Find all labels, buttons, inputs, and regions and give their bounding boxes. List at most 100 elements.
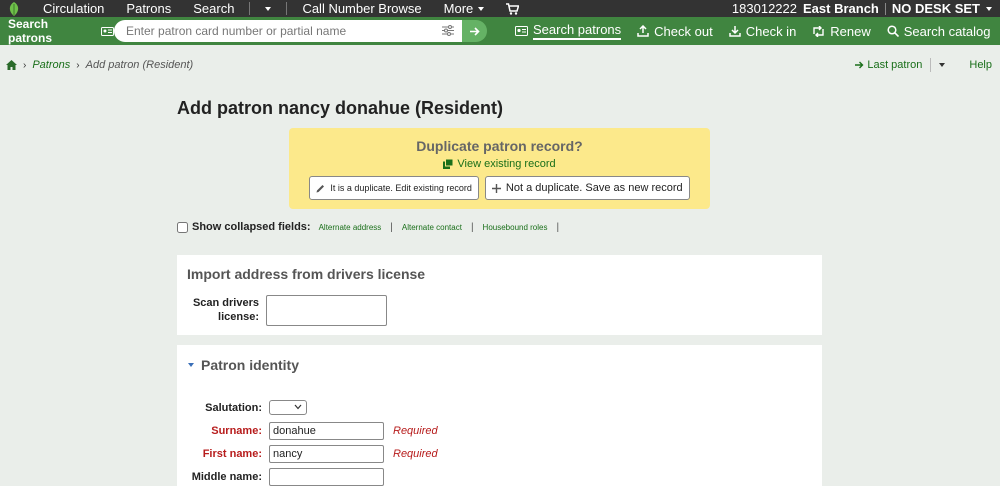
alternate-address-link[interactable]: Alternate address bbox=[319, 223, 382, 232]
breadcrumb-separator-icon: › bbox=[23, 59, 27, 71]
surname-label: Surname: bbox=[211, 425, 262, 437]
nav-more-label: More bbox=[443, 1, 474, 16]
retweet-icon bbox=[813, 25, 824, 37]
breadcrumb-separator-icon: › bbox=[76, 59, 80, 71]
nav-call-number-browse-label: Call Number Browse bbox=[302, 1, 422, 16]
view-existing-record-link[interactable]: View existing record bbox=[457, 158, 555, 170]
nav-divider bbox=[884, 2, 886, 15]
header-actions: Last patron Help bbox=[855, 58, 992, 72]
search-type-selector[interactable]: Search patrons bbox=[0, 17, 114, 45]
firstname-input[interactable] bbox=[269, 445, 384, 463]
top-nav: Circulation Patrons Search Call Number B… bbox=[0, 0, 1000, 17]
link-separator: | bbox=[390, 221, 393, 233]
salutation-select[interactable] bbox=[269, 400, 307, 415]
tool-search-patrons-label: Search patrons bbox=[533, 22, 622, 40]
tool-check-out[interactable]: Check out bbox=[629, 20, 721, 42]
duplicate-warning: Duplicate patron record? View existing r… bbox=[289, 128, 710, 209]
firstname-label: First name: bbox=[202, 448, 262, 460]
branch-code: 183012222 bbox=[731, 1, 797, 16]
last-patron-dropdown-icon[interactable] bbox=[939, 63, 946, 67]
show-collapsed-fields-checkbox[interactable] bbox=[177, 221, 188, 233]
last-patron-link[interactable]: Last patron bbox=[867, 59, 922, 71]
edit-existing-record-button[interactable]: It is a duplicate. Edit existing record bbox=[309, 176, 479, 200]
sliders-icon[interactable] bbox=[442, 25, 454, 36]
tool-check-in[interactable]: Check in bbox=[721, 20, 805, 42]
page-title: Add patron nancy donahue (Resident) bbox=[177, 98, 504, 118]
nav-divider bbox=[249, 2, 251, 15]
nav-divider bbox=[286, 2, 288, 15]
cart-icon bbox=[506, 2, 520, 15]
surname-input[interactable] bbox=[269, 422, 384, 440]
view-existing-record[interactable]: View existing record bbox=[289, 158, 710, 170]
scan-drivers-license-label: Scan drivers license: bbox=[192, 297, 259, 323]
koha-logo-icon[interactable] bbox=[4, 0, 24, 17]
copy-icon bbox=[443, 159, 454, 169]
caret-down-icon bbox=[188, 363, 194, 367]
salutation-row: Salutation: bbox=[177, 400, 307, 415]
patron-search-input[interactable] bbox=[114, 20, 462, 42]
search-icon bbox=[887, 25, 899, 37]
breadcrumb: › Patrons › Add patron (Resident) bbox=[6, 59, 193, 71]
import-address-panel: Import address from drivers license Scan… bbox=[177, 255, 822, 335]
breadcrumb-current: Add patron (Resident) bbox=[85, 59, 194, 71]
save-as-new-record-label: Not a duplicate. Save as new record bbox=[505, 182, 683, 194]
alternate-contact-link[interactable]: Alternate contact bbox=[402, 223, 462, 232]
duplicate-title: Duplicate patron record? bbox=[416, 138, 583, 154]
circulation-tools: Search patrons Check out Check in Renew … bbox=[507, 20, 999, 42]
arrow-right-icon bbox=[469, 26, 480, 36]
firstname-required-hint: Required bbox=[393, 448, 438, 460]
chevron-down-icon bbox=[478, 6, 485, 11]
branch-name: East Branch bbox=[803, 1, 879, 16]
housebound-roles-link[interactable]: Housebound roles bbox=[483, 223, 548, 232]
middlename-input[interactable] bbox=[269, 468, 384, 486]
tool-search-catalog[interactable]: Search catalog bbox=[879, 20, 999, 42]
link-separator: | bbox=[556, 221, 560, 233]
chevron-down-icon bbox=[265, 6, 272, 11]
user-branch-info[interactable]: 183012222 East Branch NO DESK SET bbox=[732, 0, 992, 17]
search-submit-button[interactable] bbox=[462, 20, 487, 42]
patron-search-input-wrap bbox=[114, 20, 462, 42]
nav-search[interactable]: Search bbox=[182, 0, 245, 17]
chevron-down-icon bbox=[294, 404, 302, 410]
edit-existing-record-label: It is a duplicate. Edit existing record bbox=[330, 183, 472, 193]
import-address-title: Import address from drivers license bbox=[187, 266, 426, 282]
id-card-icon bbox=[515, 26, 528, 36]
nav-more[interactable]: More bbox=[433, 0, 496, 17]
show-collapsed-fields-label: Show collapsed fields: bbox=[192, 221, 311, 233]
scan-drivers-license-textarea[interactable] bbox=[266, 295, 387, 326]
tool-search-catalog-label: Search catalog bbox=[903, 23, 991, 39]
save-as-new-record-button[interactable]: Not a duplicate. Save as new record bbox=[484, 176, 690, 200]
tool-search-patrons[interactable]: Search patrons bbox=[507, 20, 629, 42]
link-separator: | bbox=[470, 221, 474, 233]
nav-patrons-label: Patrons bbox=[126, 1, 172, 16]
tool-renew[interactable]: Renew bbox=[804, 20, 878, 42]
nav-call-number-browse[interactable]: Call Number Browse bbox=[291, 0, 432, 17]
breadcrumb-patrons-link[interactable]: Patrons bbox=[32, 59, 70, 71]
chevron-down-icon bbox=[986, 6, 992, 11]
nav-circulation-label: Circulation bbox=[43, 1, 105, 16]
divider bbox=[953, 58, 961, 72]
cart-button[interactable] bbox=[495, 0, 530, 17]
download-icon bbox=[728, 26, 741, 37]
nav-patrons[interactable]: Patrons bbox=[115, 0, 182, 17]
plus-icon bbox=[491, 183, 501, 193]
tool-renew-label: Renew bbox=[830, 23, 871, 39]
search-type-label: Search patrons bbox=[8, 17, 53, 45]
patron-identity-panel: Patron identity Salutation: Surname: Req… bbox=[177, 345, 822, 486]
pencil-icon bbox=[316, 184, 325, 192]
middlename-label: Middle name: bbox=[191, 471, 262, 483]
middlename-row: Middle name: bbox=[177, 468, 384, 486]
nav-circulation[interactable]: Circulation bbox=[32, 0, 115, 17]
divider bbox=[930, 58, 932, 72]
surname-row: Surname: Required bbox=[177, 422, 438, 440]
search-dropdown-toggle[interactable] bbox=[254, 0, 282, 17]
tool-check-out-label: Check out bbox=[654, 23, 713, 39]
salutation-label: Salutation: bbox=[205, 401, 262, 414]
tool-check-in-label: Check in bbox=[745, 23, 797, 39]
help-link[interactable]: Help bbox=[969, 59, 992, 71]
arrow-right-icon bbox=[855, 61, 864, 69]
patron-identity-toggle[interactable]: Patron identity bbox=[188, 357, 299, 373]
nav-search-label: Search bbox=[193, 1, 235, 16]
home-icon[interactable] bbox=[6, 60, 17, 70]
patron-identity-title: Patron identity bbox=[201, 357, 300, 373]
